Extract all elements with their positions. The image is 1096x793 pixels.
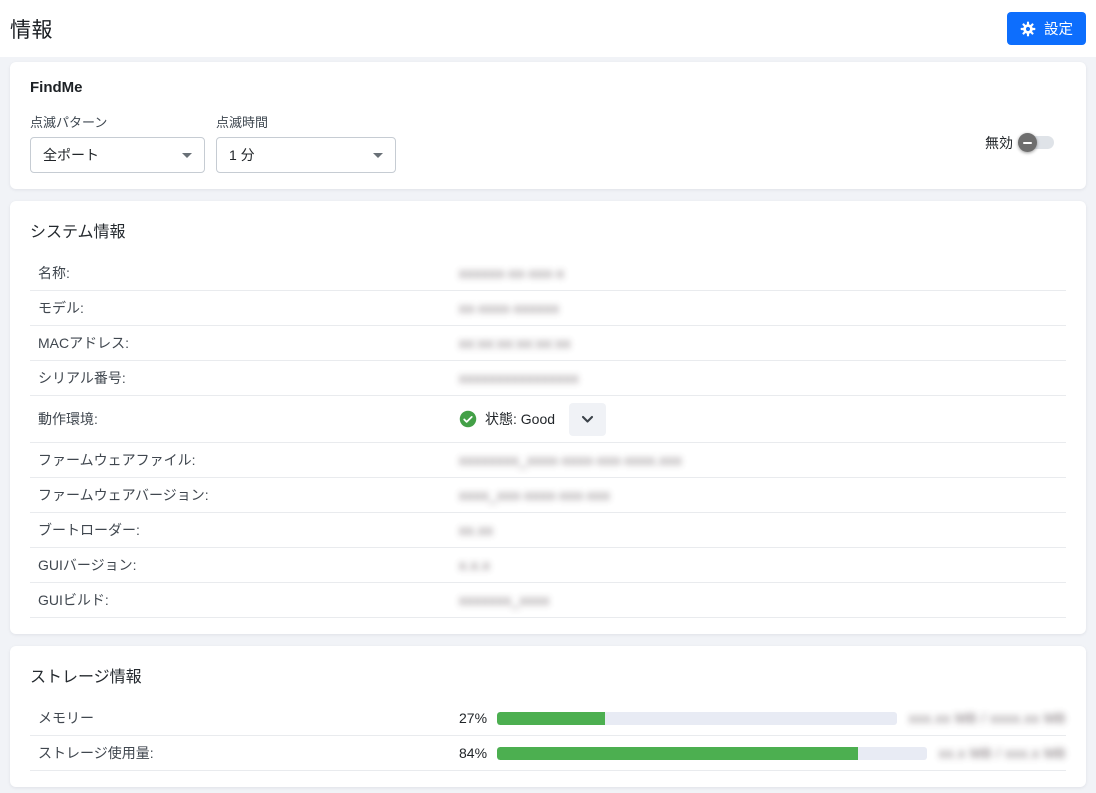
row-label: ストレージ使用量: (30, 743, 459, 763)
row-label: GUIバージョン: (30, 555, 459, 575)
memory-progress-fill (497, 712, 605, 725)
caret-down-icon (373, 153, 383, 158)
row-value-redacted: xxxxxx-xx-xxx-x (459, 265, 565, 281)
table-row: 名称: xxxxxx-xx-xxx-x (30, 256, 1066, 291)
caret-down-icon (182, 153, 192, 158)
row-value-redacted: xxxxxxxx_xxxx-xxxx-xxx-xxxx.xxx (459, 452, 682, 468)
row-value-redacted: xxxxxxx_xxxx (459, 592, 550, 608)
storage-progress-bar (497, 747, 927, 760)
findme-toggle-label: 無効 (985, 133, 1013, 153)
table-row: MACアドレス: xx:xx:xx:xx:xx:xx (30, 326, 1066, 361)
blink-time-field: 点滅時間 1 分 (216, 112, 396, 173)
row-value-redacted: xxxx_xxx-xxxx-xxx-xxx (459, 487, 610, 503)
blink-pattern-value: 全ポート (43, 145, 99, 165)
blink-time-label: 点滅時間 (216, 112, 396, 131)
table-row: ブートローダー: xx.xx (30, 513, 1066, 548)
row-label: 名称: (30, 263, 459, 283)
row-value-redacted: xxxxxxxxxxxxxxxx (459, 370, 579, 386)
blink-time-value: 1 分 (229, 145, 255, 165)
row-label: ファームウェアバージョン: (30, 485, 459, 505)
row-label: GUIビルド: (30, 590, 459, 610)
storage-info-card: ストレージ情報 メモリー 27% xxx.xx MB / xxxx.xx MB … (10, 646, 1086, 787)
chevron-down-icon (581, 415, 594, 424)
storage-percent: 84% (459, 745, 497, 761)
memory-value-redacted: xxx.xx MB / xxxx.xx MB (909, 710, 1066, 726)
row-label: メモリー (30, 708, 459, 728)
settings-button-label: 設定 (1044, 18, 1073, 39)
system-info-title: システム情報 (30, 218, 1066, 242)
table-row: GUIバージョン: x.x.x (30, 548, 1066, 583)
row-label: モデル: (30, 298, 459, 318)
system-info-card: システム情報 名称: xxxxxx-xx-xxx-x モデル: xx-xxxx-… (10, 201, 1086, 634)
blink-pattern-field: 点滅パターン 全ポート (30, 112, 205, 173)
status-text: 状態: Good (485, 409, 555, 429)
environment-row: 動作環境: 状態: Good (30, 396, 1066, 443)
table-row: ファームウェアファイル: xxxxxxxx_xxxx-xxxx-xxx-xxxx… (30, 443, 1066, 478)
blink-pattern-label: 点滅パターン (30, 112, 205, 131)
top-bar: 情報 設定 (0, 0, 1096, 57)
storage-value-redacted: xx.x MB / xxx.x MB (939, 745, 1066, 761)
table-row: GUIビルド: xxxxxxx_xxxx (30, 583, 1066, 618)
table-row: モデル: xx-xxxx-xxxxxx (30, 291, 1066, 326)
toggle-knob-minus-icon (1018, 133, 1037, 152)
environment-status: 状態: Good (459, 403, 606, 436)
gear-icon (1020, 21, 1036, 37)
memory-percent: 27% (459, 710, 497, 726)
findme-toggle-switch[interactable] (1022, 136, 1054, 149)
row-label: ブートローダー: (30, 520, 459, 540)
memory-progress-bar (497, 712, 897, 725)
storage-progress-fill (497, 747, 858, 760)
main-content: FindMe 点滅パターン 全ポート 点滅時間 1 分 無効 (0, 57, 1096, 787)
blink-time-select[interactable]: 1 分 (216, 137, 396, 173)
storage-info-title: ストレージ情報 (30, 663, 1066, 687)
blink-pattern-select[interactable]: 全ポート (30, 137, 205, 173)
row-value-redacted: x.x.x (459, 557, 490, 573)
row-value-redacted: xx.xx (459, 522, 493, 538)
table-row: ファームウェアバージョン: xxxx_xxx-xxxx-xxx-xxx (30, 478, 1066, 513)
row-value-redacted: xx-xxxx-xxxxxx (459, 300, 559, 316)
page-title: 情報 (10, 14, 53, 44)
memory-row: メモリー 27% xxx.xx MB / xxxx.xx MB (30, 701, 1066, 736)
settings-button[interactable]: 設定 (1007, 12, 1086, 45)
table-row: シリアル番号: xxxxxxxxxxxxxxxx (30, 361, 1066, 396)
findme-title: FindMe (30, 79, 1066, 96)
check-circle-icon (459, 410, 477, 428)
storage-usage-row: ストレージ使用量: 84% xx.x MB / xxx.x MB (30, 736, 1066, 771)
findme-card: FindMe 点滅パターン 全ポート 点滅時間 1 分 無効 (10, 62, 1086, 189)
row-label: シリアル番号: (30, 368, 459, 388)
environment-expand-button[interactable] (569, 403, 606, 436)
row-label: ファームウェアファイル: (30, 450, 459, 470)
findme-toggle-group: 無効 (985, 133, 1066, 153)
findme-controls: 点滅パターン 全ポート 点滅時間 1 分 無効 (30, 112, 1066, 173)
row-value-redacted: xx:xx:xx:xx:xx:xx (459, 335, 571, 351)
row-label: 動作環境: (30, 409, 459, 429)
row-label: MACアドレス: (30, 333, 459, 353)
